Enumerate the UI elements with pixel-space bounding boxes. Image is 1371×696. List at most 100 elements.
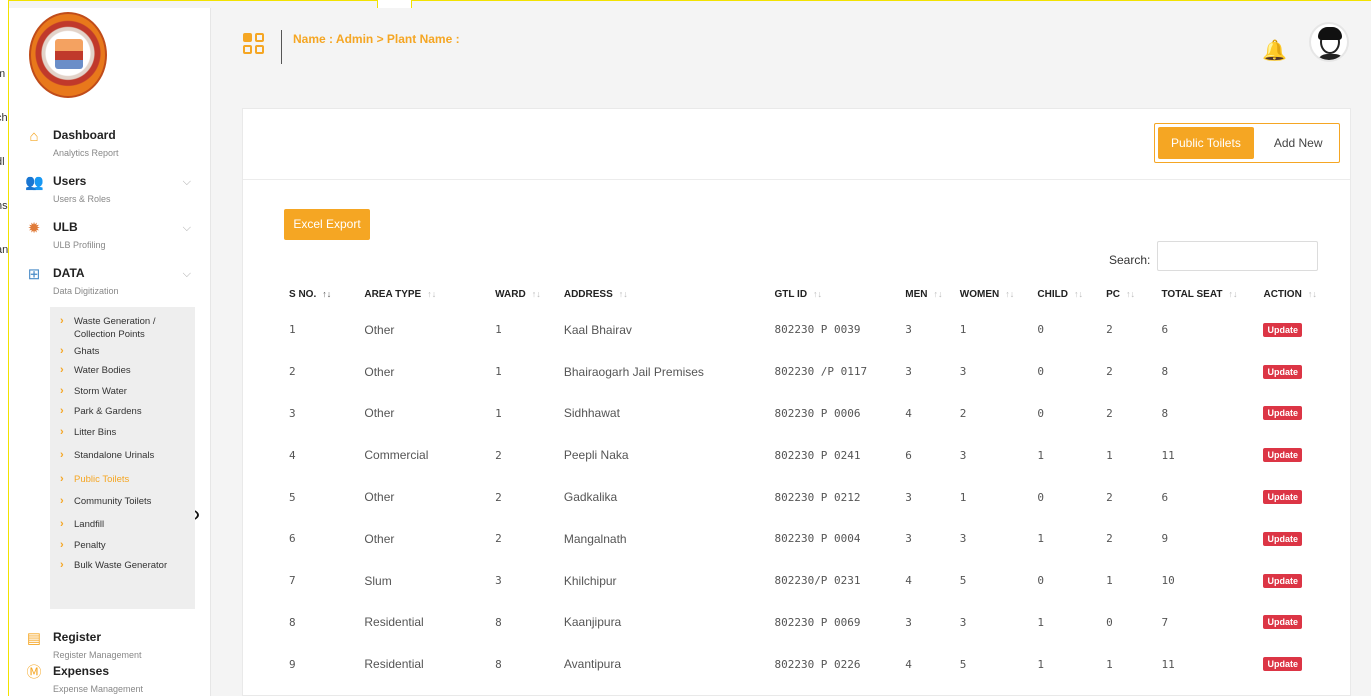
column-header-label: MEN bbox=[905, 288, 928, 300]
submenu-item[interactable]: › Litter Bins bbox=[50, 426, 195, 439]
table-row: 1 Other 1 Kaal Bhairav 802230 P 0039 3 1 0 2 6 Upd… bbox=[283, 309, 1330, 351]
table-cell: 0 bbox=[1106, 615, 1113, 629]
update-button[interactable]: Update bbox=[1263, 657, 1302, 672]
card-header: Public Toilets Add New bbox=[243, 109, 1350, 180]
column-header[interactable]: S NO. ↑↓ bbox=[283, 279, 358, 309]
submenu-item[interactable]: › Penalty bbox=[50, 539, 195, 552]
sidebar-item-data[interactable]: ⊞ DATA Data Digitization ⌵ bbox=[9, 264, 210, 310]
sidebar-item-sublabel: Expense Management bbox=[53, 684, 144, 694]
table-cell: 1 bbox=[495, 323, 502, 337]
table-cell: 6 bbox=[1161, 490, 1169, 504]
sidebar-item-sublabel: ULB Profiling bbox=[53, 240, 106, 250]
chevron-down-icon[interactable]: ⌵ bbox=[183, 268, 191, 281]
column-header-label: PC bbox=[1106, 288, 1120, 300]
table-cell: 1 bbox=[1106, 448, 1113, 462]
table-cell: 3 bbox=[959, 448, 967, 462]
update-button[interactable]: Update bbox=[1263, 615, 1302, 630]
table-cell: 802230 P 0226 bbox=[774, 657, 861, 671]
chevron-right-icon: › bbox=[60, 495, 64, 507]
chevron-right-icon: › bbox=[60, 559, 64, 571]
table-cell: 8 bbox=[1161, 406, 1169, 420]
update-button[interactable]: Update bbox=[1263, 448, 1302, 463]
submenu-item[interactable]: › Storm Water bbox=[50, 385, 195, 398]
table-cell-action: Update bbox=[1257, 309, 1330, 351]
sidebar-item-ulb[interactable]: ✹ ULB ULB Profiling ⌵ bbox=[9, 218, 210, 264]
table-cell: 802230 P 0069 bbox=[774, 615, 861, 629]
column-header[interactable]: ADDRESS ↑↓ bbox=[558, 279, 769, 309]
update-button[interactable]: Update bbox=[1263, 406, 1302, 421]
sidebar-item-sublabel: Data Digitization bbox=[53, 286, 119, 296]
search-input[interactable] bbox=[1157, 241, 1318, 271]
sort-icon: ↑↓ bbox=[1005, 288, 1015, 299]
chevron-right-icon: › bbox=[60, 315, 64, 327]
column-header[interactable]: CHILD ↑↓ bbox=[1031, 279, 1100, 309]
org-logo bbox=[29, 12, 109, 98]
table-cell: 3 bbox=[905, 365, 912, 379]
chevron-down-icon[interactable]: ⌵ bbox=[183, 176, 191, 189]
column-header[interactable]: WARD ↑↓ bbox=[489, 279, 558, 309]
avatar[interactable] bbox=[1309, 22, 1349, 62]
submenu-item[interactable]: › Bulk Waste Generator bbox=[50, 559, 195, 572]
excel-export-button[interactable]: Excel Export bbox=[284, 209, 370, 240]
submenu-item-label: Park & Gardens bbox=[74, 406, 142, 417]
table-cell: 1 bbox=[495, 406, 502, 420]
submenu-item[interactable]: › Park & Gardens bbox=[50, 405, 195, 418]
submenu-item[interactable]: › Landfill bbox=[50, 518, 195, 531]
sidebar-item-label: Register bbox=[53, 630, 102, 644]
sidebar-item-sublabel: Users & Roles bbox=[53, 194, 111, 204]
table-cell: 1 bbox=[959, 323, 967, 337]
sort-icon: ↑↓ bbox=[813, 288, 823, 299]
table-cell: 802230 /P 0117 bbox=[774, 365, 868, 379]
sidebar-item-dashboard[interactable]: ⌂ Dashboard Analytics Report bbox=[9, 126, 210, 172]
submenu-item-label: Bulk Waste Generator bbox=[74, 560, 168, 571]
update-button[interactable]: Update bbox=[1263, 364, 1302, 379]
tab-public-toilets[interactable]: Public Toilets bbox=[1158, 127, 1254, 159]
update-button[interactable]: Update bbox=[1263, 573, 1302, 588]
chevron-down-icon[interactable]: ⌵ bbox=[183, 222, 191, 235]
background-fragment: ch bbox=[0, 112, 8, 124]
column-header[interactable]: AREA TYPE ↑↓ bbox=[358, 279, 489, 309]
sidebar-item-expenses[interactable]: Ⓜ Expenses Expense Management bbox=[9, 662, 210, 696]
table-cell: 3 bbox=[905, 323, 912, 337]
table-cell: 2 bbox=[495, 448, 502, 462]
data-submenu: › Waste Generation / Collection Points › Gh… bbox=[50, 307, 195, 609]
column-header-label: ADDRESS bbox=[563, 288, 613, 300]
submenu-item[interactable]: › Water Bodies bbox=[50, 364, 195, 377]
sort-icon: ↑↓ bbox=[1126, 288, 1135, 299]
sidebar-item-register[interactable]: ▤ Register Register Management bbox=[9, 628, 210, 662]
update-button[interactable]: Update bbox=[1263, 531, 1302, 546]
chevron-right-icon: › bbox=[60, 364, 64, 376]
column-header[interactable]: TOTAL SEAT ↑↓ bbox=[1156, 279, 1258, 309]
column-header[interactable]: PC ↑↓ bbox=[1100, 279, 1155, 309]
table-cell: 802230 P 0006 bbox=[774, 406, 861, 420]
column-header[interactable]: ACTION ↑↓ bbox=[1257, 279, 1330, 309]
update-button[interactable]: Update bbox=[1263, 490, 1302, 505]
submenu-item[interactable]: › Ghats bbox=[50, 345, 195, 358]
column-header[interactable]: MEN ↑↓ bbox=[899, 279, 954, 309]
sidebar-item-sublabel: Analytics Report bbox=[53, 148, 119, 158]
menu-grid-icon[interactable] bbox=[243, 33, 265, 55]
submenu-item[interactable]: › Standalone Urinals bbox=[50, 449, 195, 462]
bell-icon[interactable]: 🔔 bbox=[1262, 38, 1287, 63]
table-cell-action: Update bbox=[1257, 643, 1330, 685]
table-cell: 4 bbox=[905, 406, 912, 420]
submenu-item[interactable]: › Public Toilets bbox=[50, 473, 195, 486]
submenu-item[interactable]: › Community Toilets bbox=[50, 495, 195, 508]
submenu-item[interactable]: › Waste Generation / Collection Points bbox=[50, 315, 195, 341]
column-header[interactable]: WOMEN ↑↓ bbox=[954, 279, 1032, 309]
update-button[interactable]: Update bbox=[1263, 322, 1302, 337]
table-row: 8 Residential 8 Kaanjipura 802230 P 0069 3 3 1 0… bbox=[283, 602, 1330, 644]
sidebar-item-users[interactable]: 👥 Users Users & Roles ⌵ bbox=[9, 172, 210, 218]
background-fragment: an bbox=[0, 244, 8, 256]
table-row: 9 Residential 8 Avantipura 802230 P 0226 4 5 1 1… bbox=[283, 643, 1330, 685]
submenu-item-label: Ghats bbox=[74, 346, 100, 357]
table-cell: 8 bbox=[289, 615, 296, 629]
column-header-label: TOTAL SEAT bbox=[1161, 288, 1223, 300]
chevron-right-icon: › bbox=[60, 426, 64, 438]
sidebar-menu-secondary: ▤ Register Register Management Ⓜ Expenses Exp… bbox=[9, 628, 210, 696]
breadcrumb: Name : Admin > Plant Name : bbox=[293, 32, 460, 46]
table-cell: 4 bbox=[289, 448, 296, 462]
tab-add-new[interactable]: Add New bbox=[1254, 127, 1336, 159]
column-header[interactable]: GTL ID ↑↓ bbox=[768, 279, 899, 309]
sort-icon: ↑↓ bbox=[618, 288, 628, 299]
